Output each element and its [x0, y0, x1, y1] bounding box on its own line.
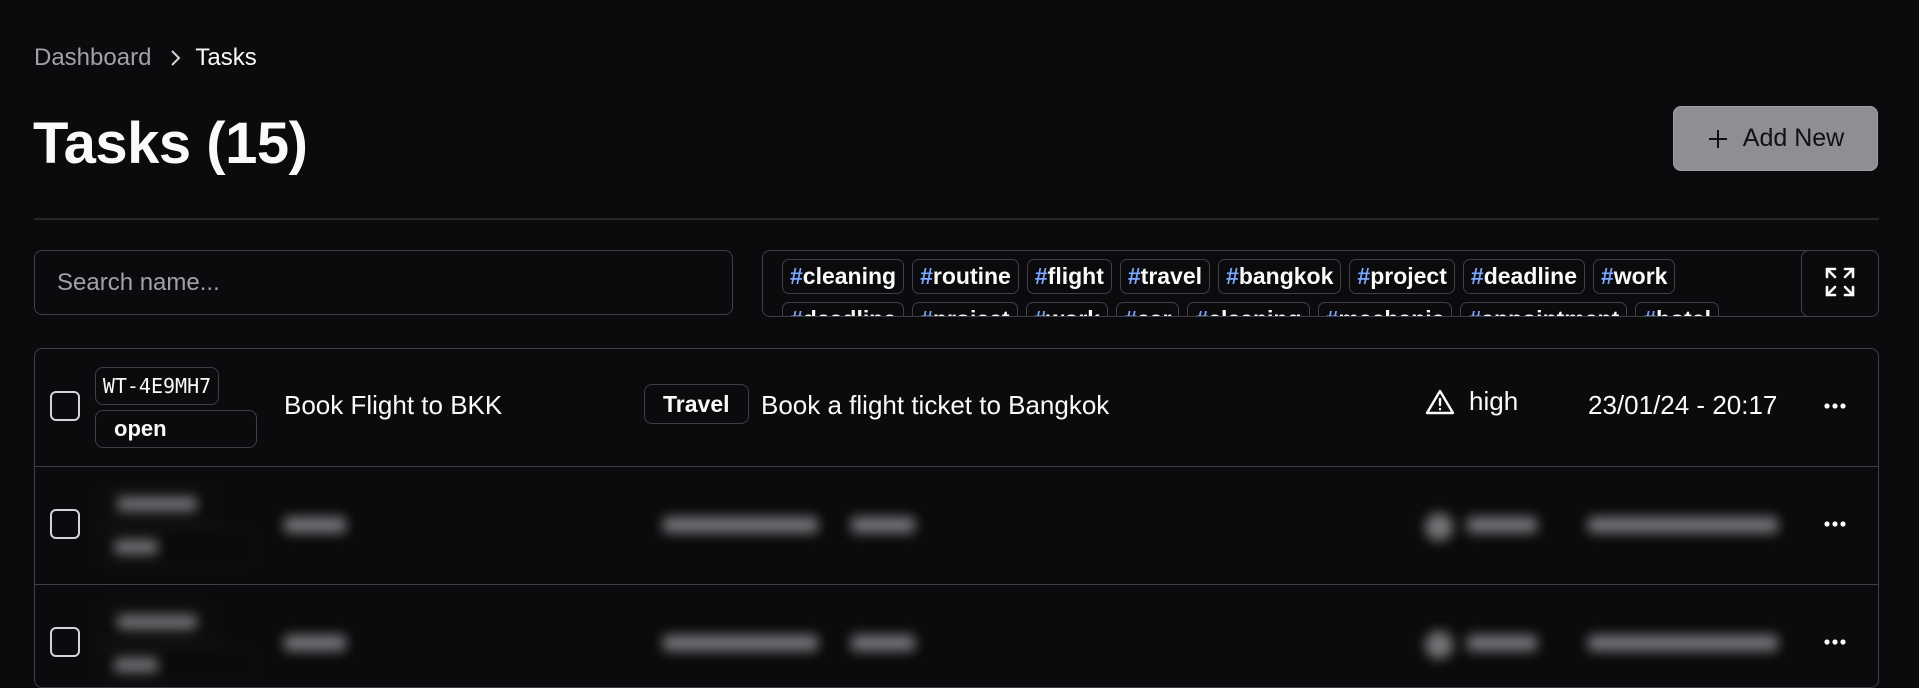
- breadcrumb: Dashboard Tasks: [34, 44, 257, 72]
- breadcrumb-dashboard-link[interactable]: Dashboard: [34, 44, 151, 72]
- tag-label: travel: [1140, 263, 1203, 289]
- tag-filter-list: #cleaning #routine #flight #travel #bangkok #…: [762, 250, 1879, 317]
- table-row[interactable]: WT-4E9MH7 open Book Flight to BKK Travel…: [35, 349, 1878, 467]
- tag-chip[interactable]: #cleaning: [1187, 302, 1310, 316]
- tag-chip[interactable]: #mechanic: [1317, 302, 1453, 316]
- tag-chip[interactable]: #hotel: [1635, 302, 1719, 316]
- add-new-button[interactable]: Add New: [1673, 106, 1878, 171]
- tag-label: cleaning: [1208, 306, 1301, 316]
- row-checkbox[interactable]: [50, 509, 80, 539]
- tag-chip[interactable]: #appointment: [1460, 302, 1628, 316]
- chevron-right-icon: [169, 48, 183, 68]
- header-divider: [34, 218, 1879, 220]
- task-date: 23/01/24 - 20:17: [1588, 390, 1778, 420]
- tag-hash: #: [1124, 306, 1137, 316]
- tag-hash: #: [1470, 263, 1484, 289]
- tag-label: mechanic: [1338, 306, 1444, 316]
- plus-icon: [1707, 123, 1729, 155]
- expand-tags-button[interactable]: [1801, 250, 1879, 317]
- tag-label: routine: [932, 263, 1011, 289]
- task-title: Book Flight to BKK: [284, 390, 503, 420]
- tag-chip[interactable]: #work: [1593, 259, 1676, 294]
- tag-chip[interactable]: #routine: [912, 259, 1019, 294]
- more-horizontal-icon[interactable]: [1819, 509, 1851, 539]
- tag-label: hotel: [1656, 306, 1711, 316]
- table-row[interactable]: [35, 467, 1878, 585]
- tag-label: car: [1137, 306, 1172, 316]
- tag-label: project: [1370, 263, 1447, 289]
- tag-label: deadline: [1483, 263, 1577, 289]
- more-horizontal-icon[interactable]: [1819, 627, 1851, 657]
- page-title: Tasks (15): [33, 111, 308, 176]
- row-checkbox[interactable]: [50, 627, 80, 657]
- tag-hash: #: [920, 263, 933, 289]
- tag-label: work: [1613, 263, 1668, 289]
- expand-icon: [1824, 266, 1856, 301]
- tag-chip[interactable]: #project: [912, 302, 1018, 316]
- tag-hash: #: [1643, 306, 1656, 316]
- tasks-table: WT-4E9MH7 open Book Flight to BKK Travel…: [34, 348, 1879, 688]
- priority-cell: high: [1425, 386, 1518, 417]
- tag-chip[interactable]: #flight: [1026, 259, 1112, 294]
- tag-label: deadline: [803, 306, 896, 316]
- tag-label: appointment: [1481, 306, 1619, 316]
- priority-label: high: [1469, 386, 1519, 416]
- tag-label: work: [1046, 306, 1100, 316]
- tag-hash: #: [790, 306, 803, 316]
- tag-hash: #: [1468, 306, 1481, 316]
- tag-chip[interactable]: #cleaning: [782, 259, 905, 294]
- tag-chip[interactable]: #deadline: [782, 302, 905, 316]
- row-checkbox[interactable]: [50, 391, 80, 421]
- task-id-badge: WT-4E9MH7: [95, 367, 219, 405]
- more-horizontal-icon[interactable]: [1819, 391, 1851, 421]
- tag-hash: #: [1357, 263, 1371, 289]
- tag-label: flight: [1047, 263, 1104, 289]
- tag-hash: #: [1127, 263, 1141, 289]
- tag-chip[interactable]: #work: [1025, 302, 1109, 316]
- tag-label: project: [933, 306, 1010, 316]
- tag-hash: #: [920, 306, 933, 316]
- tag-hash: #: [1226, 263, 1239, 289]
- tag-chip[interactable]: #deadline: [1462, 259, 1585, 294]
- task-description: Book a flight ticket to Bangkok: [761, 390, 1110, 420]
- tag-chip[interactable]: #bangkok: [1218, 259, 1342, 294]
- warning-triangle-icon: [1425, 388, 1455, 416]
- add-new-label: Add New: [1742, 124, 1845, 152]
- tag-hash: #: [1326, 306, 1339, 316]
- tag-hash: #: [1195, 306, 1208, 316]
- tag-hash: #: [790, 263, 803, 289]
- tag-chip[interactable]: #travel: [1119, 259, 1211, 294]
- tag-chip[interactable]: #project: [1349, 259, 1455, 294]
- tag-filter-rows: #cleaning #routine #flight #travel #bangkok #…: [763, 251, 1782, 316]
- task-label-badge: Travel: [644, 384, 749, 424]
- breadcrumb-current: Tasks: [195, 44, 257, 71]
- tag-label: bangkok: [1238, 263, 1334, 289]
- tag-label: cleaning: [802, 263, 897, 289]
- tag-chip[interactable]: #car: [1116, 302, 1180, 316]
- tag-hash: #: [1034, 306, 1047, 316]
- status-badge: open: [95, 410, 257, 448]
- tag-hash: #: [1034, 263, 1048, 289]
- tag-hash: #: [1601, 263, 1614, 289]
- search-input[interactable]: [34, 250, 733, 315]
- table-row[interactable]: [35, 585, 1878, 687]
